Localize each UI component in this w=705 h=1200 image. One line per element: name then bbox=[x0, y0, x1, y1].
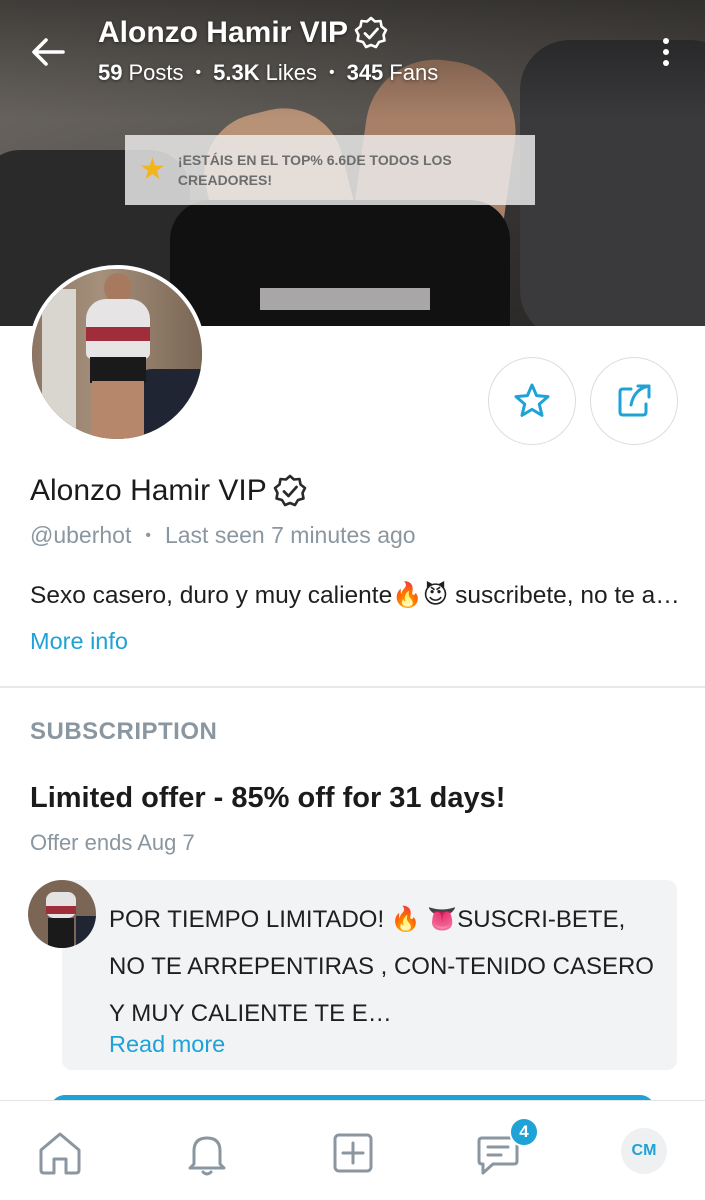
last-seen: Last seen 7 minutes ago bbox=[164, 522, 416, 548]
profile-bio: Sexo casero, duro y muy caliente🔥😈 suscr… bbox=[30, 582, 680, 609]
profile-name: Alonzo Hamir VIP bbox=[30, 474, 307, 508]
stat-separator: • bbox=[328, 64, 335, 81]
subscription-heading: SUBSCRIPTION bbox=[30, 718, 218, 745]
add-post-icon bbox=[333, 1133, 373, 1173]
profile-avatar[interactable] bbox=[28, 265, 206, 443]
verified-icon bbox=[273, 474, 307, 507]
cover-waistband bbox=[260, 288, 430, 310]
home-icon bbox=[39, 1132, 81, 1175]
top-bar: Alonzo Hamir VIP 59 Posts • 5.3K Likes • 3… bbox=[0, 0, 705, 100]
bell-icon bbox=[188, 1136, 226, 1176]
bottom-nav bbox=[0, 1100, 705, 1200]
stat-posts: 59 Posts bbox=[98, 60, 184, 85]
share-icon bbox=[618, 384, 651, 417]
top-creator-text: ¡ESTÁIS EN EL TOP% 6.6DE TODOS LOS CREAD… bbox=[177, 152, 452, 188]
header-stats: 59 Posts • 5.3K Likes • 345 Fans bbox=[98, 60, 438, 86]
creator-name: Alonzo Hamir VIP bbox=[30, 474, 267, 507]
nav-add-post[interactable] bbox=[327, 1127, 379, 1179]
more-info-link[interactable]: More info bbox=[30, 628, 128, 655]
share-button[interactable] bbox=[590, 357, 678, 445]
section-divider bbox=[0, 686, 705, 688]
header-title: Alonzo Hamir VIP bbox=[98, 16, 388, 50]
messages-badge: 4 bbox=[509, 1117, 539, 1147]
offer-message-bubble: POR TIEMPO LIMITADO! 🔥 👅SUSCRI-BETE, NO … bbox=[62, 880, 677, 1070]
back-button[interactable] bbox=[28, 32, 68, 72]
favorite-button[interactable] bbox=[488, 357, 576, 445]
profile-handle: @uberhot bbox=[30, 522, 132, 548]
star-icon: ★ bbox=[139, 153, 166, 186]
meta-separator: • bbox=[145, 526, 151, 544]
top-creator-banner: ★ ¡ESTÁIS EN EL TOP% 6.6DE TODOS LOS CRE… bbox=[125, 135, 535, 205]
offer-title: Limited offer - 85% off for 31 days! bbox=[30, 782, 506, 814]
nav-home[interactable] bbox=[34, 1127, 86, 1179]
more-options-icon[interactable] bbox=[652, 34, 680, 70]
star-outline-icon bbox=[514, 383, 550, 417]
offer-message-text: POR TIEMPO LIMITADO! 🔥 👅SUSCRI-BETE, NO … bbox=[109, 906, 654, 1027]
header-creator-name: Alonzo Hamir VIP bbox=[98, 16, 349, 49]
my-profile-avatar[interactable]: CM bbox=[621, 1128, 667, 1174]
arrow-left-icon bbox=[32, 38, 65, 66]
verified-icon bbox=[354, 16, 388, 49]
offer-ends: Offer ends Aug 7 bbox=[30, 830, 195, 855]
stat-likes: 5.3K Likes bbox=[213, 60, 317, 85]
stat-separator: • bbox=[195, 64, 202, 81]
profile-meta: @uberhot • Last seen 7 minutes ago bbox=[30, 522, 416, 549]
nav-notifications[interactable] bbox=[181, 1127, 233, 1179]
message-avatar bbox=[28, 880, 96, 948]
stat-fans: 345 Fans bbox=[346, 60, 439, 85]
